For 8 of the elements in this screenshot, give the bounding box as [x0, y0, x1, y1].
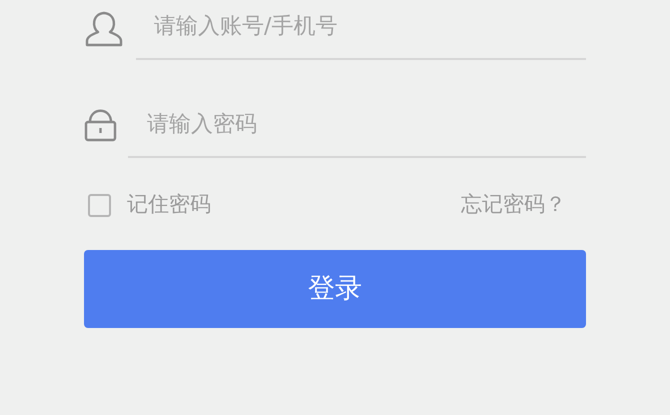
- remember-label: 记住密码: [127, 191, 211, 218]
- password-input-field[interactable]: 请输入密码: [128, 98, 586, 158]
- login-button[interactable]: 登录: [84, 250, 586, 328]
- account-input-field[interactable]: 请输入账号/手机号: [136, 0, 586, 60]
- forgot-password-link[interactable]: 忘记密码？: [461, 189, 566, 221]
- lock-icon: [84, 108, 117, 142]
- remember-checkbox[interactable]: [88, 194, 111, 216]
- user-icon: [84, 10, 124, 48]
